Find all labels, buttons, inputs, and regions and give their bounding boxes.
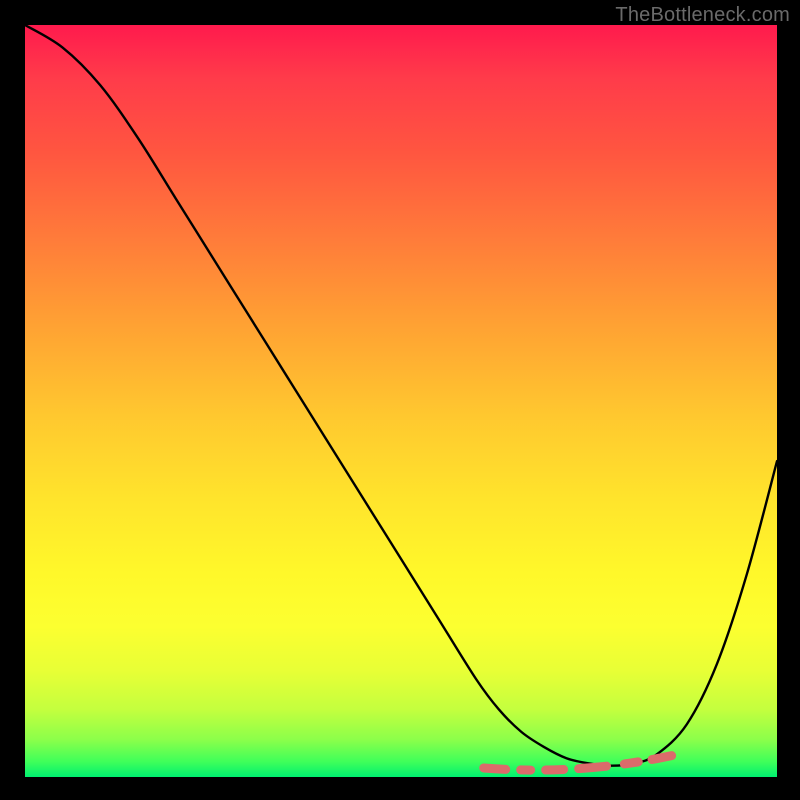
watermark-text: TheBottleneck.com bbox=[615, 4, 790, 27]
chart-svg bbox=[25, 25, 777, 777]
bottleneck-curve bbox=[25, 25, 777, 766]
